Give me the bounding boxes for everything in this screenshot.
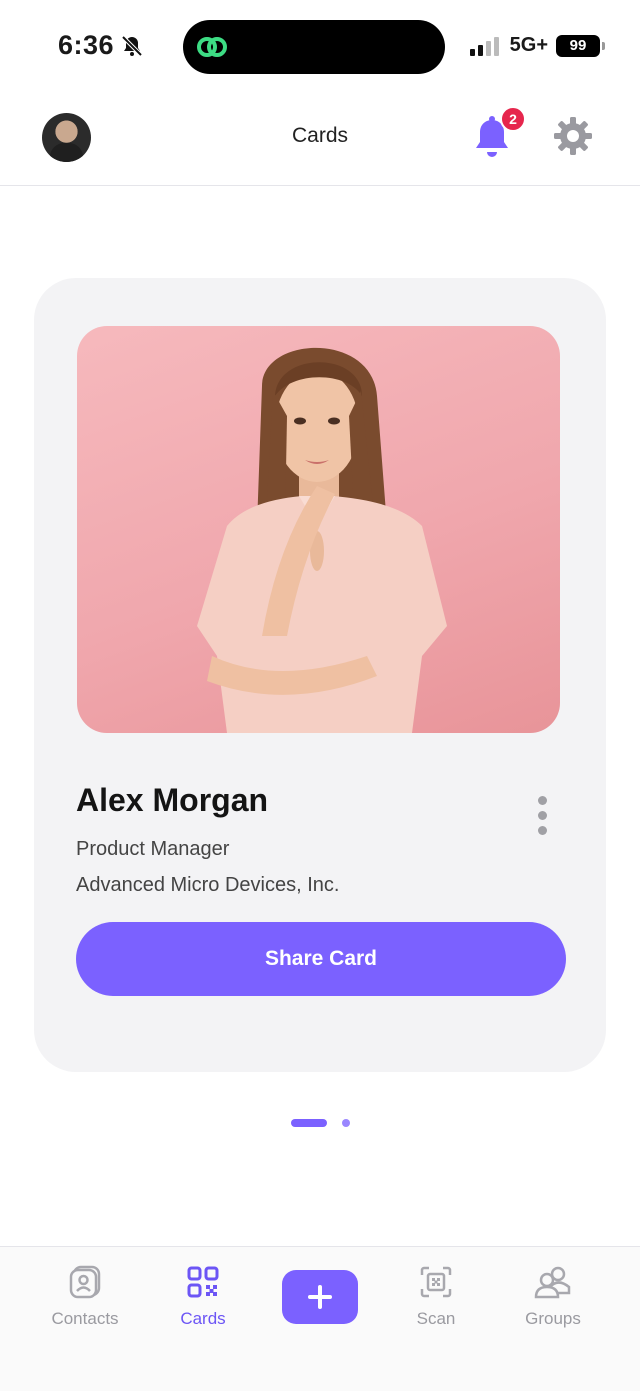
scan-icon [420,1266,452,1298]
business-card[interactable]: Alex Morgan Product Manager Advanced Mic… [34,278,606,1072]
tab-label: Contacts [51,1309,119,1328]
pager-dot[interactable] [342,1119,350,1127]
link-app-icon [197,37,227,57]
contact-job-title: Product Manager [76,838,230,860]
tab-scan[interactable]: Scan [381,1265,491,1329]
tab-label: Scan [416,1309,456,1328]
status-bar: 6:36 5G+ 99 [0,0,640,96]
groups-icon [534,1266,571,1299]
person-portrait-image [197,347,447,733]
more-dot [538,796,547,805]
tab-label: Cards [180,1309,226,1328]
cellular-signal-icon [469,36,499,56]
silent-mode-icon [121,35,143,56]
more-options-icon[interactable] [530,794,554,838]
notification-badge: 2 [500,106,526,132]
status-indicators: 5G+ 99 [469,34,605,57]
page-title: Cards [291,124,349,147]
contact-company: Advanced Micro Devices, Inc. [76,874,340,896]
pager-dot-active[interactable] [291,1119,327,1127]
card-pager [0,1119,640,1129]
bottom-tab-bar: Contacts Cards Scan Groups [0,1246,640,1391]
contacts-icon [69,1265,101,1299]
more-dot [538,826,547,835]
battery-icon: 99 [556,34,605,57]
tab-contacts[interactable]: Contacts [30,1265,140,1329]
more-dot [538,811,547,820]
battery-level: 99 [569,37,587,54]
profile-photo [77,326,560,733]
status-time: 6:36 [58,30,144,61]
share-card-button[interactable]: Share Card [76,922,566,996]
settings-gear-icon[interactable] [553,116,593,156]
add-card-button[interactable] [282,1270,358,1324]
network-type: 5G+ [509,34,548,56]
contact-name: Alex Morgan [76,782,269,818]
plus-icon [308,1285,332,1309]
time-label: 6:36 [58,30,115,60]
tab-groups[interactable]: Groups [498,1265,608,1329]
tab-cards[interactable]: Cards [148,1265,258,1329]
tab-label: Groups [525,1309,581,1328]
qr-code-icon [187,1266,219,1298]
top-header: Cards [0,96,640,186]
dynamic-island [183,20,445,74]
